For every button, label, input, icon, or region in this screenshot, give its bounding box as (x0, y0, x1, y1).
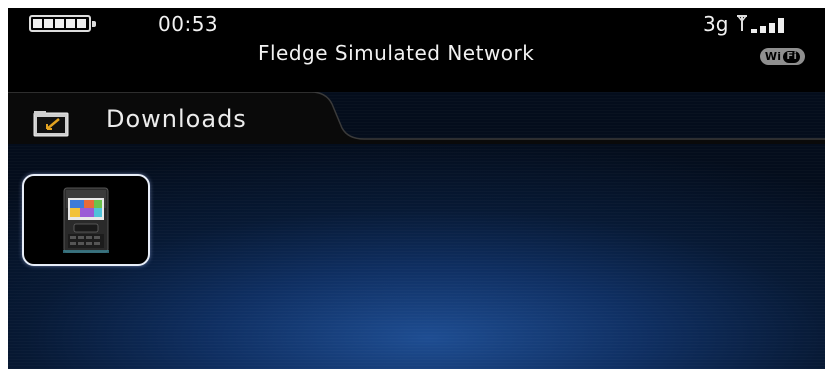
status-bar: 00:53 Fledge Simulated Network 3g Wi Fi (8, 8, 825, 92)
device-screen: 00:53 Fledge Simulated Network 3g Wi Fi (8, 8, 825, 369)
clock: 00:53 (158, 12, 219, 36)
folder-icon (33, 111, 69, 137)
wifi-badge-right: Fi (783, 50, 801, 63)
device-thumbnail-icon (63, 187, 109, 253)
signal-bars-icon (737, 15, 784, 33)
network-type-label: 3g (703, 12, 729, 36)
file-item[interactable] (22, 174, 150, 266)
battery-icon (29, 15, 96, 32)
tab-downloads[interactable]: Downloads (106, 105, 247, 133)
network-name: Fledge Simulated Network (258, 41, 535, 65)
wifi-badge-left: Wi (764, 50, 782, 63)
wifi-badge: Wi Fi (760, 48, 805, 65)
battery-level (33, 19, 87, 28)
tab-bar: Downloads (8, 92, 825, 144)
